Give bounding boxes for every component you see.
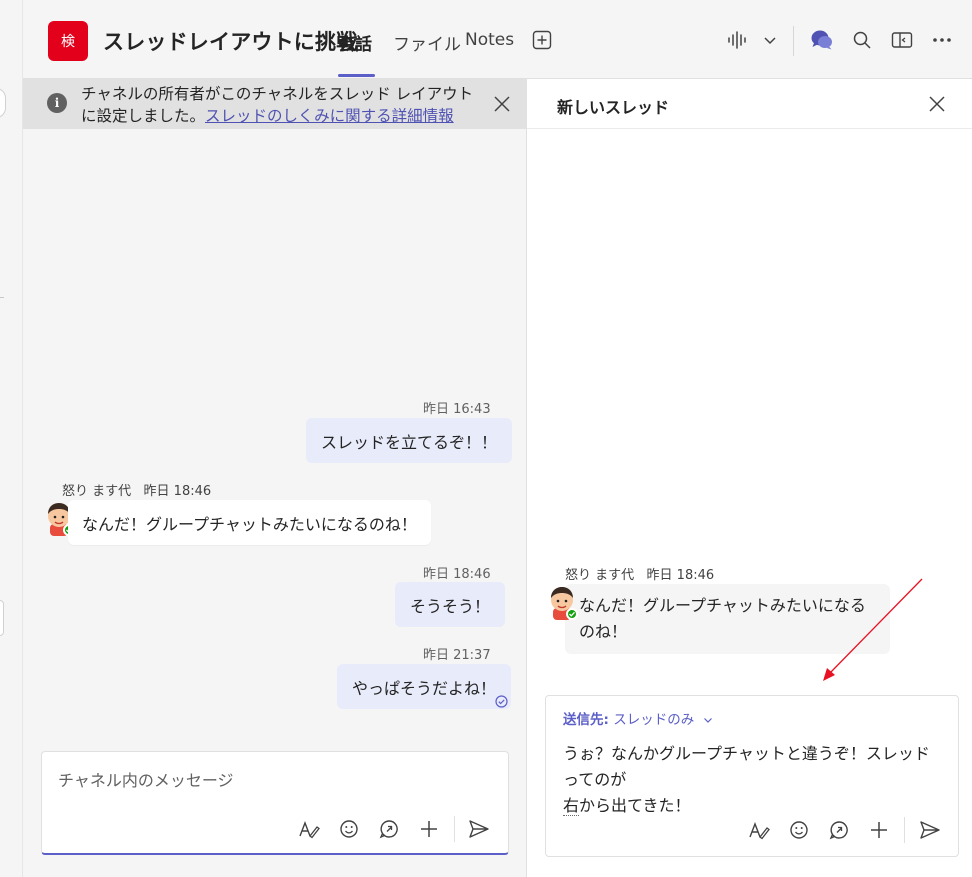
format-icon[interactable]: [298, 818, 320, 840]
close-icon[interactable]: [927, 94, 947, 114]
emoji-icon[interactable]: [338, 818, 360, 840]
presence-available-icon: [566, 608, 578, 620]
send-icon[interactable]: [919, 819, 941, 841]
read-receipt-icon: [495, 695, 508, 708]
send-to-label: 送信先:: [563, 712, 609, 728]
annotation-arrow: [823, 578, 923, 681]
sender-name: 怒り ます代: [62, 484, 132, 499]
more-icon[interactable]: [930, 28, 954, 52]
new-thread-panel: 新しいスレッド 怒り ます代 昨日 18:46 なんだ！グループチャットみたいに…: [527, 79, 972, 877]
thread-reply-composer[interactable]: 送信先: スレッドのみ うぉ？なんかグループチャットと違うぞ！スレッドってのが …: [545, 695, 959, 857]
message-sender-line: 怒り ます代 昨日 18:46: [565, 564, 714, 583]
rail-box[interactable]: [0, 600, 4, 636]
channel-header: 検 スレッドレイアウトに挑戦 会話 ファイル Notes: [23, 0, 972, 79]
other-message-bubble[interactable]: なんだ！グループチャットみたいになるのね！: [68, 500, 431, 545]
message-timestamp: 昨日 16:43: [423, 402, 491, 417]
format-icon[interactable]: [748, 819, 770, 841]
add-icon[interactable]: [868, 819, 890, 841]
composer-placeholder[interactable]: チャネル内のメッセージ: [58, 767, 234, 791]
loop-icon[interactable]: [828, 819, 850, 841]
tab-notes[interactable]: Notes: [465, 30, 514, 50]
my-message-bubble[interactable]: スレッドを立てるぞ！！: [306, 418, 513, 463]
rail-divider: [0, 297, 4, 298]
sender-name: 怒り ます代: [565, 568, 635, 583]
toolbar-divider: [904, 817, 905, 843]
tab-files[interactable]: ファイル: [393, 30, 461, 55]
search-icon[interactable]: [850, 28, 874, 52]
send-to-selector[interactable]: 送信先: スレッドのみ: [563, 708, 713, 728]
add-icon[interactable]: [418, 818, 440, 840]
rail-pill[interactable]: [0, 88, 6, 118]
header-divider: [793, 26, 794, 56]
thread-panel-title: 新しいスレッド: [557, 98, 670, 117]
message-timestamp: 昨日 18:46: [143, 484, 212, 499]
toolbar-divider: [454, 816, 455, 842]
banner-link[interactable]: スレッドのしくみに関する詳細情報: [205, 107, 454, 125]
close-icon[interactable]: [493, 95, 511, 113]
chevron-down-icon[interactable]: [703, 715, 713, 725]
team-avatar[interactable]: 検: [48, 21, 88, 61]
draft-underlined-word: 右: [563, 796, 580, 816]
banner-text: チャネルの所有者がこのチャネルをスレッド レイアウトに設定しました。スレッドのし…: [81, 83, 481, 127]
loop-icon[interactable]: [378, 818, 400, 840]
draft-message[interactable]: うぉ？なんかグループチャットと違うぞ！スレッドってのが 右から出てきた！: [563, 741, 943, 819]
draft-line-2: から出てきた！: [579, 796, 691, 815]
info-icon: i: [47, 93, 67, 113]
side-panel-icon[interactable]: [890, 28, 914, 52]
emoji-icon[interactable]: [788, 819, 810, 841]
channel-conversation-panel: i チャネルの所有者がこのチャネルをスレッド レイアウトに設定しました。スレッド…: [23, 79, 527, 877]
message-timestamp: 昨日 18:46: [646, 568, 715, 583]
audio-call-icon[interactable]: [725, 28, 749, 52]
teams-window: 検 スレッドレイアウトに挑戦 会話 ファイル Notes i チャネルの所有者が…: [0, 0, 972, 877]
send-icon[interactable]: [468, 818, 490, 840]
panel-divider: [527, 128, 972, 129]
active-tab-indicator: [338, 74, 375, 77]
add-tab-icon[interactable]: [530, 28, 554, 52]
message-timestamp: 昨日 21:37: [423, 648, 491, 663]
chevron-down-icon[interactable]: [758, 28, 782, 52]
info-banner: i チャネルの所有者がこのチャネルをスレッド レイアウトに設定しました。スレッド…: [23, 79, 527, 129]
my-message-bubble[interactable]: やっぱそうだよね！: [337, 664, 512, 709]
my-message-bubble[interactable]: そうそう！: [395, 582, 506, 627]
draft-line-1: うぉ？なんかグループチャットと違うぞ！スレッドってのが: [563, 744, 930, 789]
channel-message-composer[interactable]: チャネル内のメッセージ: [41, 751, 509, 855]
left-rail-strip: [0, 0, 23, 877]
tab-conversation[interactable]: 会話: [338, 30, 372, 55]
chat-bubbles-icon[interactable]: [810, 28, 834, 52]
message-sender-line: 怒り ます代 昨日 18:46: [62, 480, 211, 499]
avatar[interactable]: [548, 586, 578, 620]
message-timestamp: 昨日 18:46: [423, 567, 491, 582]
channel-title: スレッドレイアウトに挑戦: [103, 30, 358, 54]
send-to-value[interactable]: スレッドのみ: [613, 712, 694, 728]
